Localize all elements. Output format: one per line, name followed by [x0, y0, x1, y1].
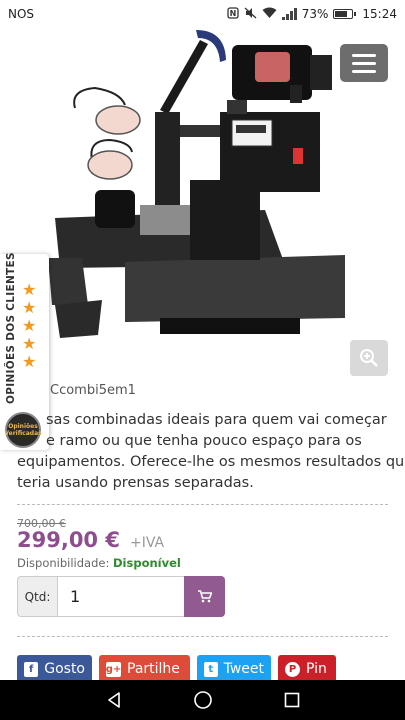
availability-value: Disponível: [113, 556, 181, 570]
qty-label: Qtd:: [17, 576, 58, 617]
battery-percent: 73%: [301, 7, 329, 21]
availability-label: Disponibilidade:: [17, 556, 110, 570]
hamburger-icon: [352, 53, 376, 57]
star-icon: ★: [22, 334, 37, 353]
nfc-icon: N: [227, 6, 239, 22]
mute-icon: [244, 7, 257, 22]
status-icons: N 73% 15:24: [227, 6, 397, 22]
quantity-input[interactable]: 1: [58, 576, 184, 617]
google-plus-label: Partilhe: [127, 661, 180, 677]
mug-plate-accessory: [73, 86, 141, 180]
google-plus-share-button[interactable]: g+ Partilhe: [99, 655, 190, 683]
description-line: equipamentos. Oferece-lhe os mesmos resu…: [17, 454, 405, 470]
divider: [17, 504, 388, 505]
back-icon[interactable]: [105, 691, 123, 709]
vat-label: +IVA: [129, 535, 165, 551]
svg-text:N: N: [229, 9, 236, 18]
wifi-icon: [262, 7, 277, 22]
star-icon: ★: [22, 352, 37, 371]
divider: [17, 636, 388, 637]
social-share-row: f Gosto g+ Partilhe t Tweet P Pin: [17, 655, 336, 683]
star-icon: ★: [22, 280, 37, 299]
product-description: sas combinadas ideais para quem vai come…: [17, 410, 405, 494]
recents-icon[interactable]: [284, 692, 300, 708]
menu-button[interactable]: [340, 44, 388, 82]
signal-icon: [281, 8, 297, 20]
price-row: 299,00 € +IVA: [17, 528, 164, 552]
zoom-button[interactable]: [350, 340, 388, 376]
quantity-row: Qtd: 1: [17, 576, 225, 617]
product-sku: Ccombi5em1: [50, 383, 136, 398]
battery-icon: [333, 9, 357, 19]
carrier-name: NOS: [8, 7, 35, 21]
clock: 15:24: [362, 7, 397, 21]
twitter-label: Tweet: [223, 661, 264, 677]
description-line: e ramo ou que tenha pouco espaço para os: [46, 433, 362, 449]
reviews-label: OPINIÕES DOS CLIENTES: [5, 252, 17, 404]
zoom-in-icon: [360, 349, 378, 367]
star-icon: ★: [22, 316, 37, 335]
pinterest-pin-button[interactable]: P Pin: [278, 655, 336, 683]
rating-stars: ★ ★ ★ ★ ★: [22, 282, 36, 370]
mug-press-accessory: [232, 45, 332, 103]
twitter-tweet-button[interactable]: t Tweet: [197, 655, 271, 683]
description-line: sas combinadas ideais para quem vai come…: [46, 412, 387, 428]
add-to-cart-button[interactable]: [184, 576, 225, 617]
cart-icon: [197, 590, 212, 603]
home-icon[interactable]: [193, 690, 213, 710]
cap-plate-accessory: [48, 258, 102, 338]
pinterest-icon: P: [285, 661, 300, 677]
facebook-label: Gosto: [44, 661, 85, 677]
availability: Disponibilidade: Disponível: [17, 556, 181, 570]
facebook-icon: f: [24, 661, 39, 677]
pinterest-label: Pin: [306, 661, 327, 677]
star-icon: ★: [22, 298, 37, 317]
description-line: teria usando prensas separadas.: [17, 475, 254, 491]
google-plus-icon: g+: [105, 661, 122, 677]
current-price: 299,00 €: [17, 528, 120, 552]
android-nav-bar: [0, 680, 405, 720]
status-bar: NOS N 73% 15:24: [0, 0, 405, 28]
facebook-like-button[interactable]: f Gosto: [17, 655, 92, 683]
twitter-icon: t: [204, 661, 218, 677]
